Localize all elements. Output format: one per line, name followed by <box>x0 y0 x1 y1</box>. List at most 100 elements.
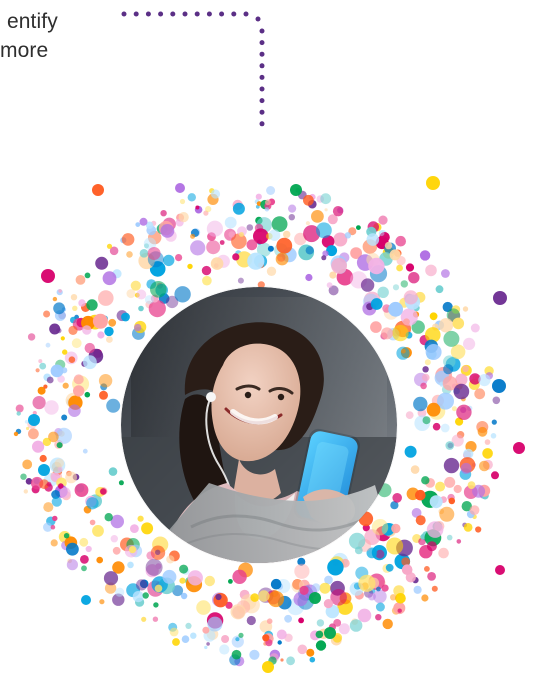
confetti-dot <box>160 224 175 238</box>
confetti-dot <box>239 232 244 237</box>
confetti-dot <box>15 404 24 413</box>
confetti-dot <box>82 325 92 335</box>
confetti-dot <box>163 254 175 267</box>
confetti-accent-dot <box>426 176 440 190</box>
confetti-dot <box>477 426 488 437</box>
confetti-dot <box>294 563 310 579</box>
confetti-dot <box>401 564 413 575</box>
confetti-dot <box>13 431 19 437</box>
confetti-dot <box>32 396 46 410</box>
confetti-dot <box>52 515 58 522</box>
confetti-dot <box>267 245 274 252</box>
confetti-dot <box>84 272 91 279</box>
confetti-dot <box>375 614 382 621</box>
confetti-dot <box>405 263 415 272</box>
confetti-dot <box>397 608 402 613</box>
confetti-dot <box>89 519 96 526</box>
confetti-dot <box>61 349 68 355</box>
confetti-dot <box>228 579 233 584</box>
confetti-dot <box>265 199 271 206</box>
confetti-dot <box>421 476 430 485</box>
confetti-dot <box>61 414 68 421</box>
confetti-dot <box>190 240 206 256</box>
confetti-dot <box>474 388 486 400</box>
confetti-dot <box>179 577 186 584</box>
confetti-dot <box>382 618 393 630</box>
confetti-dot <box>24 420 29 424</box>
confetti-dot <box>160 210 167 217</box>
confetti-dot <box>392 493 403 503</box>
confetti-dot <box>35 368 40 373</box>
confetti-dot <box>490 433 497 439</box>
confetti-dot <box>429 312 438 321</box>
confetti-dot <box>20 473 27 480</box>
confetti-dot <box>463 523 473 532</box>
confetti-dot <box>97 331 105 339</box>
confetti-dot <box>43 384 48 389</box>
confetti-dot <box>23 489 28 494</box>
confetti-dot <box>331 257 347 274</box>
confetti-dot <box>452 317 465 330</box>
confetti-dot <box>127 561 134 569</box>
confetti-dot <box>333 619 342 627</box>
confetti-dot <box>354 546 363 555</box>
confetti-dot <box>405 411 414 419</box>
confetti-dot <box>277 253 286 262</box>
confetti-dot <box>63 533 70 539</box>
confetti-dot <box>139 217 148 226</box>
confetti-accent-dot <box>81 595 91 605</box>
confetti-dot <box>286 656 295 666</box>
confetti-dot <box>258 590 270 602</box>
confetti-dot <box>390 594 397 601</box>
confetti-dot <box>65 471 77 484</box>
confetti-accent-dot <box>493 291 507 305</box>
confetti-dot <box>266 186 276 195</box>
confetti-dot <box>232 569 247 584</box>
confetti-dot <box>463 337 476 350</box>
confetti-dot <box>443 330 460 347</box>
confetti-dot <box>408 272 420 284</box>
confetti-dot <box>142 592 149 599</box>
confetti-dot <box>453 484 462 494</box>
confetti-dot <box>230 604 246 620</box>
confetti-accent-dot <box>92 184 104 196</box>
confetti-dot <box>391 523 401 534</box>
confetti-dot <box>84 391 91 398</box>
confetti-dot <box>68 404 81 418</box>
confetti-dot <box>121 312 130 322</box>
confetti-dot <box>70 294 78 301</box>
confetti-dot <box>366 233 380 246</box>
confetti-dot <box>141 522 154 535</box>
confetti-dot <box>415 515 426 526</box>
confetti-dot <box>60 336 65 341</box>
confetti-dot <box>478 374 491 387</box>
confetti-dot <box>344 232 352 239</box>
confetti-dot <box>316 619 325 627</box>
confetti-dot <box>438 318 454 333</box>
confetti-dot <box>187 193 196 202</box>
confetti-dot <box>264 207 270 212</box>
confetti-dot <box>448 497 456 505</box>
confetti-dot <box>479 460 490 472</box>
confetti-dot <box>246 615 256 626</box>
confetti-accent-dot <box>513 442 525 454</box>
confetti-dot <box>78 299 86 307</box>
confetti-dot <box>126 251 133 258</box>
confetti-dot <box>224 216 237 229</box>
confetti-dot <box>128 546 137 554</box>
confetti-dot <box>420 382 427 390</box>
confetti-dot <box>206 642 210 646</box>
confetti-dot <box>270 578 282 590</box>
confetti-dot <box>179 564 189 574</box>
confetti-dot <box>419 250 431 261</box>
confetti-dot <box>138 305 144 312</box>
confetti-dot <box>106 398 121 413</box>
confetti-dot <box>467 481 476 489</box>
confetti-dot <box>385 563 394 572</box>
confetti-dot <box>73 374 84 385</box>
confetti-dot <box>104 513 113 522</box>
confetti-dot <box>491 419 497 425</box>
confetti-accent-dot <box>324 627 336 639</box>
confetti-dot <box>153 602 159 608</box>
confetti-dot <box>392 284 400 291</box>
